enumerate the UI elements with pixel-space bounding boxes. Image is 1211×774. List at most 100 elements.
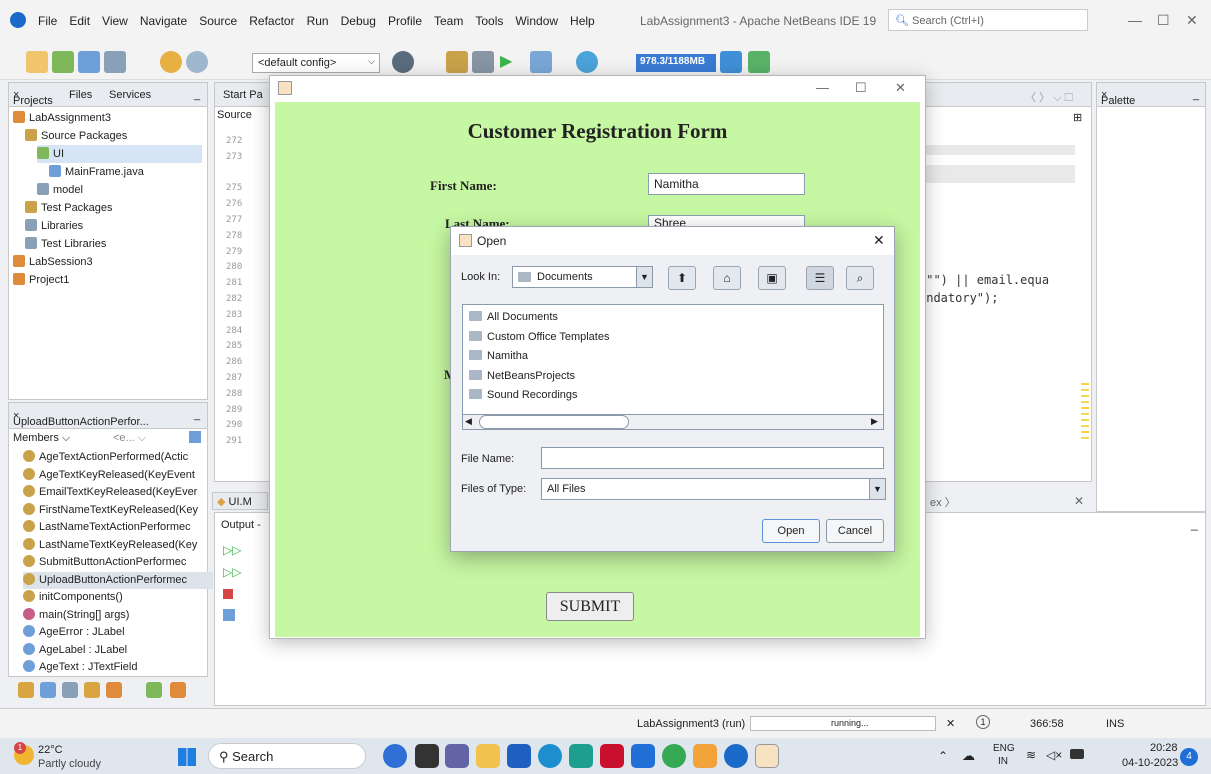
tree-item[interactable]: LabAssignment3	[13, 109, 111, 127]
menu-item-source[interactable]: Source	[199, 14, 237, 28]
tab-start-page[interactable]: Start Pa	[223, 89, 263, 101]
tree-item[interactable]: MainFrame.java	[49, 163, 144, 181]
member-item[interactable]: main(String[] args)	[23, 607, 213, 624]
source-tab[interactable]: Source	[217, 109, 252, 121]
member-item[interactable]: AgeError : JLabel	[23, 624, 213, 641]
tree-item[interactable]: Source Packages	[25, 127, 127, 145]
undo-icon[interactable]	[160, 51, 182, 73]
menu-item-debug[interactable]: Debug	[341, 14, 376, 28]
tree-item[interactable]: model	[37, 181, 83, 199]
minimize-button[interactable]: —	[1128, 12, 1142, 28]
clock-date[interactable]: 04-10-2023	[1122, 757, 1178, 769]
close-button[interactable]: ✕	[1186, 12, 1198, 29]
tree-item[interactable]: UI	[37, 145, 202, 163]
horizontal-scrollbar[interactable]: ◀ ▶	[462, 414, 884, 430]
expand-icon[interactable]: ⊞	[1073, 111, 1082, 124]
member-item[interactable]: FirstNameTextKeyReleased(Key	[23, 502, 213, 519]
code-line[interactable]: andatory");	[919, 291, 998, 305]
notifications-icon[interactable]: 1	[976, 715, 990, 729]
maximize-button[interactable]: ☐	[1157, 12, 1170, 29]
notification-badge[interactable]: 4	[1180, 748, 1198, 766]
menu-item-run[interactable]: Run	[307, 14, 329, 28]
first-name-input[interactable]: Namitha	[648, 173, 805, 195]
member-item[interactable]: AgeText : JTextField	[23, 659, 213, 676]
rerun-icon[interactable]: ▷▷	[223, 543, 241, 557]
folder-item[interactable]: Namitha	[469, 347, 528, 365]
up-one-level-button[interactable]: ⬆	[668, 266, 696, 290]
filter-icon[interactable]	[189, 431, 201, 443]
filter-select[interactable]: <e... ⌵	[113, 432, 146, 445]
details-view-button[interactable]: ⌕	[846, 266, 874, 290]
memory-indicator[interactable]: 978.3/1188MB	[636, 54, 716, 72]
app-hex-icon[interactable]	[693, 744, 717, 768]
debug-icon[interactable]	[530, 51, 552, 73]
tab-nav-arrows[interactable]: 〈 〉 ⌵ ☐	[1025, 89, 1073, 105]
scroll-thumb[interactable]	[479, 415, 629, 429]
jframe-minimize-button[interactable]: —	[816, 80, 829, 95]
tab-services[interactable]: Services	[109, 89, 151, 101]
wifi-icon[interactable]: ≋	[1026, 748, 1036, 762]
search-input[interactable]: 🔍︎ Search (Ctrl+I)	[888, 9, 1088, 31]
file-name-input[interactable]	[541, 447, 884, 469]
filter-static-icon[interactable]	[40, 682, 56, 698]
tray-chevron-icon[interactable]: ⌃	[938, 749, 948, 763]
cancel-button[interactable]: Cancel	[826, 519, 884, 543]
code-line[interactable]: :"") || email.equa	[919, 273, 1049, 287]
tree-item[interactable]: Libraries	[25, 217, 83, 235]
run-icon[interactable]: ▶	[500, 51, 522, 73]
task-view-icon[interactable]	[415, 744, 439, 768]
new-file-icon[interactable]	[26, 51, 48, 73]
store-icon[interactable]	[507, 744, 531, 768]
folder-item[interactable]: Custom Office Templates	[469, 328, 609, 346]
mcafee-icon[interactable]	[600, 744, 624, 768]
file-explorer-icon[interactable]	[476, 744, 500, 768]
look-in-select[interactable]: Documents ▼	[512, 266, 653, 288]
globe-icon[interactable]	[392, 51, 414, 73]
open-project-icon[interactable]	[78, 51, 100, 73]
sort-source-icon[interactable]	[170, 682, 186, 698]
volume-icon[interactable]: ◁×	[1046, 748, 1062, 762]
jframe-close-button[interactable]: ✕	[895, 80, 906, 96]
profile-icon[interactable]	[576, 51, 598, 73]
dialog-close-button[interactable]: ✕	[873, 232, 885, 249]
member-item[interactable]: AgeTextActionPerformed(Actic	[23, 449, 213, 466]
filter-fields-icon[interactable]	[18, 682, 34, 698]
member-item[interactable]: EmailTextKeyReleased(KeyEver	[23, 484, 213, 501]
save-all-icon[interactable]	[104, 51, 126, 73]
member-item[interactable]: initComponents()	[23, 589, 213, 606]
folder-item[interactable]: Sound Recordings	[469, 386, 578, 404]
member-item[interactable]: UploadButtonActionPerformec	[23, 571, 213, 589]
scroll-right-icon[interactable]: ▶	[871, 416, 878, 427]
files-of-type-select[interactable]: All Files ▼	[541, 478, 886, 500]
tree-item[interactable]: Test Libraries	[25, 235, 106, 253]
config-select[interactable]: <default config> ⌵	[252, 53, 380, 73]
close-tab-icon[interactable]: ✕	[1074, 494, 1084, 508]
folder-item[interactable]: NetBeansProjects	[469, 367, 575, 385]
navigator-title[interactable]: UploadButtonActionPerfor... ×	[13, 410, 149, 428]
stop-icon[interactable]	[223, 589, 233, 599]
filter-inherited-icon[interactable]	[106, 682, 122, 698]
member-item[interactable]: SubmitButtonActionPerformec	[23, 554, 213, 571]
menu-item-window[interactable]: Window	[515, 14, 558, 28]
edge-icon[interactable]	[538, 744, 562, 768]
build-icon[interactable]	[472, 51, 494, 73]
settings-icon[interactable]	[223, 609, 235, 621]
folder-item[interactable]: All Documents	[469, 308, 558, 326]
battery-icon[interactable]	[1070, 749, 1084, 759]
windows-start-icon[interactable]	[178, 748, 196, 766]
gc-icon[interactable]	[720, 51, 742, 73]
sort-name-icon[interactable]	[146, 682, 162, 698]
open-button[interactable]: Open	[762, 519, 820, 543]
member-item[interactable]: LastNameTextActionPerformec	[23, 519, 213, 536]
menu-item-navigate[interactable]: Navigate	[140, 14, 187, 28]
app-blue-icon[interactable]	[631, 744, 655, 768]
members-select[interactable]: Members ⌵	[13, 432, 70, 445]
clean-build-icon[interactable]	[446, 51, 468, 73]
minimize-panel-button[interactable]: _	[1191, 517, 1198, 531]
app-l-icon[interactable]	[569, 744, 593, 768]
netbeans-icon[interactable]	[724, 744, 748, 768]
cancel-progress-icon[interactable]: ✕	[946, 717, 955, 730]
clock-time[interactable]: 20:28	[1150, 742, 1178, 754]
run-status-label[interactable]: LabAssignment3 (run)	[637, 718, 745, 730]
menu-item-view[interactable]: View	[102, 14, 128, 28]
